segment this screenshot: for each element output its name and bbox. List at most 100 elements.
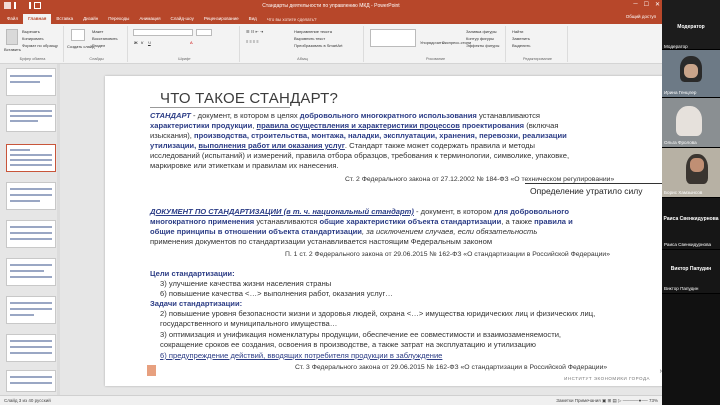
participant-tile[interactable]: Модератор Модератор bbox=[662, 0, 720, 50]
arrange-button[interactable]: Упорядочить bbox=[420, 40, 444, 45]
slide-title: ЧТО ТАКОЕ СТАНДАРТ? bbox=[160, 90, 339, 107]
empty-panel-area bbox=[662, 294, 720, 405]
tab-design[interactable]: Дизайн bbox=[78, 14, 103, 24]
goals-heading: Цели стандартизации: bbox=[150, 269, 235, 278]
maximize-icon[interactable]: ☐ bbox=[644, 1, 649, 8]
new-slide-icon[interactable] bbox=[71, 29, 85, 41]
thumbnail-slide[interactable] bbox=[6, 334, 56, 362]
layout-button[interactable]: Макет bbox=[92, 29, 103, 34]
font-color-icon[interactable]: A bbox=[190, 40, 193, 45]
tab-animations[interactable]: Анимация bbox=[134, 14, 165, 24]
window-controls: ─ ☐ ✕ bbox=[633, 1, 660, 8]
tab-view[interactable]: Вид bbox=[244, 14, 262, 24]
tab-home[interactable]: Главная bbox=[23, 14, 52, 24]
thumbnail-slide[interactable] bbox=[6, 296, 56, 324]
copy-button[interactable]: Копировать bbox=[22, 36, 44, 41]
font-family-select[interactable] bbox=[133, 29, 193, 36]
thumbnail-slide[interactable] bbox=[6, 182, 56, 210]
standard-definition-line: утилизации, выполнения работ или оказани… bbox=[150, 141, 536, 150]
source-citation: Ст. 3 Федерального закона от 29.06.2015 … bbox=[295, 364, 608, 371]
font-size-select[interactable] bbox=[196, 29, 212, 36]
goal-item: 3) улучшение качества жизни населения ст… bbox=[160, 279, 332, 288]
institute-logo bbox=[147, 365, 156, 376]
ribbon: Вставить Вырезать Копировать Формат по о… bbox=[0, 24, 662, 64]
slide-canvas[interactable]: ЧТО ТАКОЕ СТАНДАРТ? СТАНДАРТ - документ,… bbox=[105, 76, 668, 386]
participant-face bbox=[690, 158, 704, 172]
shape-effects-button[interactable]: Эффекты фигуры bbox=[466, 43, 499, 48]
callout-underline bbox=[525, 183, 668, 184]
tell-me-search[interactable]: Что вы хотите сделать? bbox=[262, 15, 322, 24]
paste-icon[interactable] bbox=[6, 29, 18, 45]
tab-transitions[interactable]: Переходы bbox=[103, 14, 134, 24]
underline-icon[interactable]: Ч bbox=[148, 40, 151, 45]
drawing-group-label: Рисование bbox=[425, 57, 446, 61]
title-bar: Стандарты деятельности по управлению МКД… bbox=[0, 0, 662, 12]
section-button[interactable]: Раздел bbox=[92, 43, 105, 48]
participant-tile[interactable]: Борис Хамзынсов bbox=[662, 148, 720, 198]
smartart-button[interactable]: Преобразовать в SmartArt bbox=[294, 43, 343, 48]
font-group: Ж К Ч A Шрифт bbox=[130, 26, 240, 62]
document-definition-line: применения документов по стандартизации … bbox=[150, 237, 493, 246]
thumbnail-slide-selected[interactable] bbox=[6, 144, 56, 172]
select-button[interactable]: Выделить bbox=[512, 43, 530, 48]
participant-tile[interactable]: Раиса Свенкидурнова Раиса Свенкидурнова bbox=[662, 198, 720, 250]
share-button[interactable]: Общий доступ bbox=[626, 14, 656, 19]
cut-button[interactable]: Вырезать bbox=[22, 29, 40, 34]
bullets-icon[interactable]: ☰ ☷ ⇤ ⇥ bbox=[246, 29, 263, 34]
tab-file[interactable]: Файл bbox=[2, 14, 23, 24]
close-icon[interactable]: ✕ bbox=[655, 1, 660, 8]
slide-thumbnails bbox=[0, 64, 60, 395]
title-underline bbox=[150, 107, 290, 108]
participants-panel: Модератор Модератор Ирина Генцлер Ольга … bbox=[662, 0, 720, 405]
thumbnail-slide[interactable] bbox=[6, 220, 56, 248]
thumbnails-scrollbar[interactable] bbox=[57, 64, 60, 395]
paragraph-group: ☰ ☷ ⇤ ⇥ ≡ ≡ ≡ ≡ Направление текста Выров… bbox=[242, 26, 364, 62]
status-bar: Слайд 3 из 40 русский Заметки Примечания… bbox=[0, 395, 662, 405]
slide-footer: ИНСТИТУТ ЭКОНОМИКИ ГОРОДА bbox=[564, 376, 650, 381]
shape-fill-button[interactable]: Заливка фигуры bbox=[466, 29, 497, 34]
thumbnail-slide[interactable] bbox=[6, 68, 56, 96]
task-item: сокращение сроков ее создания, освоения … bbox=[160, 340, 536, 349]
tab-review[interactable]: Рецензирование bbox=[199, 14, 244, 24]
text-direction-button[interactable]: Направление текста bbox=[294, 29, 332, 34]
ribbon-tabs: Файл Главная Вставка Дизайн Переходы Ани… bbox=[0, 12, 662, 24]
participant-tile[interactable]: Ольга Фролова bbox=[662, 98, 720, 148]
thumbnail-slide[interactable] bbox=[6, 104, 56, 132]
tasks-heading: Задачи стандартизации: bbox=[150, 299, 243, 308]
participant-name: Модератор bbox=[677, 24, 705, 30]
reset-button[interactable]: Восстановить bbox=[92, 36, 118, 41]
align-text-button[interactable]: Выровнять текст bbox=[294, 36, 325, 41]
italic-icon[interactable]: К bbox=[141, 40, 143, 45]
shapes-gallery[interactable] bbox=[370, 29, 416, 47]
task-item: 3) оптимизация и унификация номенклатуры… bbox=[160, 330, 562, 339]
slides-group-label: Слайды bbox=[89, 57, 104, 61]
participant-name: Модератор bbox=[664, 44, 688, 49]
editing-group: Найти Заменить Выделить Редактирование bbox=[508, 26, 568, 62]
document-definition-line: общие принципы в отношении объекта станд… bbox=[150, 227, 538, 236]
minimize-icon[interactable]: ─ bbox=[633, 1, 637, 8]
paragraph-group-label: Абзац bbox=[297, 57, 308, 61]
tab-slideshow[interactable]: Слайд-шоу bbox=[166, 14, 199, 24]
thumbnail-slide[interactable] bbox=[6, 370, 56, 392]
participant-name-large: Виктор Папудин bbox=[670, 266, 712, 272]
participant-tile[interactable]: Виктор Папудин Виктор Папудин bbox=[662, 250, 720, 294]
standard-definition-line: СТАНДАРТ - документ, в котором в целях д… bbox=[150, 111, 541, 120]
view-zoom-controls[interactable]: Заметки Примечания ▣ ⊞ ▤ ▷ ─────●── 73% bbox=[556, 398, 658, 404]
participant-name: Раиса Свенкидурнова bbox=[664, 242, 712, 247]
replace-button[interactable]: Заменить bbox=[512, 36, 530, 41]
bold-icon[interactable]: Ж bbox=[134, 40, 138, 45]
paste-button[interactable]: Вставить bbox=[4, 47, 21, 52]
clipboard-group: Вставить Вырезать Копировать Формат по о… bbox=[2, 26, 64, 62]
align-icons[interactable]: ≡ ≡ ≡ ≡ bbox=[246, 39, 259, 44]
format-painter-button[interactable]: Формат по образцу bbox=[22, 43, 58, 48]
new-slide-button[interactable]: Создать слайд bbox=[67, 44, 94, 49]
standard-definition-line: маркировке или этикеткам и правилам их н… bbox=[150, 161, 339, 170]
thumbnail-slide[interactable] bbox=[6, 258, 56, 286]
participant-tile[interactable]: Ирина Генцлер bbox=[662, 50, 720, 98]
window-title: Стандарты деятельности по управлению МКД… bbox=[262, 3, 400, 9]
tab-insert[interactable]: Вставка bbox=[51, 14, 78, 24]
source-citation: П. 1 ст. 2 Федерального закона от 29.06.… bbox=[285, 251, 610, 258]
standard-definition-line: характеристики продукции, правила осущес… bbox=[150, 121, 559, 130]
find-button[interactable]: Найти bbox=[512, 29, 523, 34]
shape-outline-button[interactable]: Контур фигуры bbox=[466, 36, 494, 41]
